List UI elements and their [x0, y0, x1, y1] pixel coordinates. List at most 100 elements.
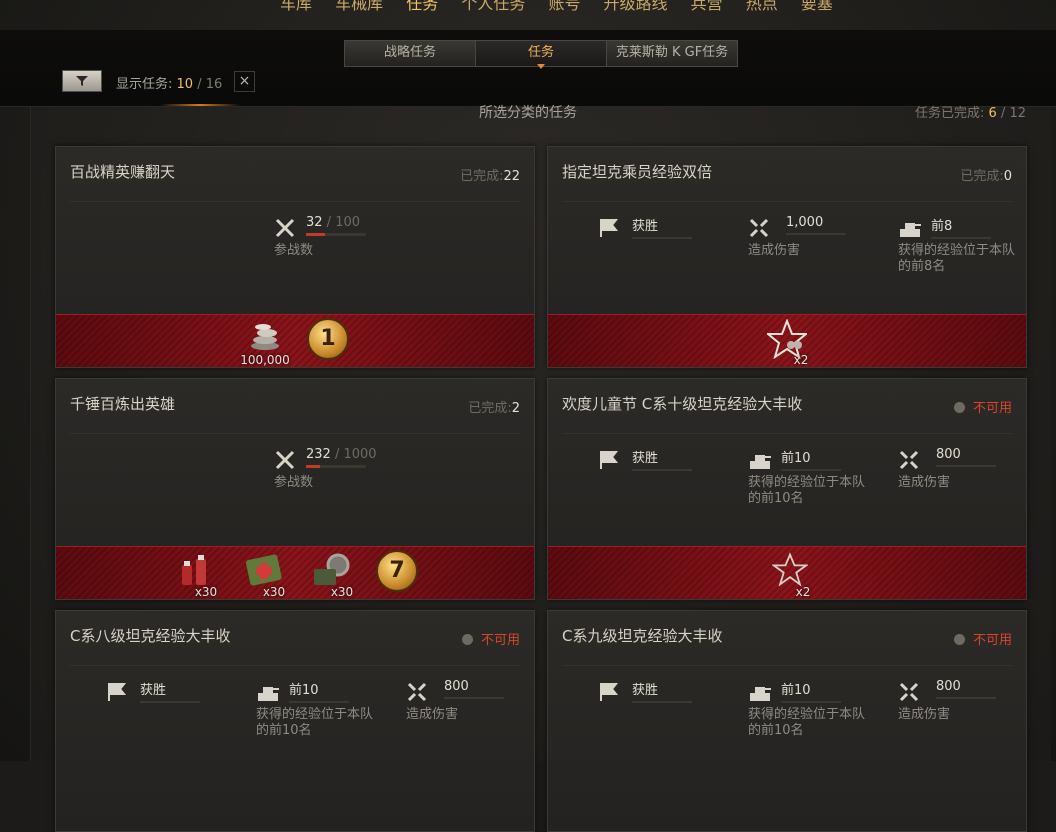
mission-title: 指定坦克乘员经验双倍 — [562, 163, 713, 181]
tank-rank-icon — [256, 681, 279, 703]
condition-value: 前10 — [781, 683, 811, 698]
condition-damage: 800 — [444, 679, 504, 699]
mission-title: 百战精英赚翻天 — [70, 163, 176, 181]
nav-barracks[interactable]: 兵营 — [691, 0, 723, 12]
condition-victory: 获胜 — [632, 679, 692, 703]
reward-xp[interactable]: x2 — [768, 551, 812, 599]
condition-underline — [936, 697, 996, 699]
medal-7-icon: 7 — [376, 550, 418, 592]
nav-hot[interactable]: 热点 — [746, 0, 778, 12]
unavailable-icon — [461, 634, 473, 645]
mission-status: 不可用 — [953, 629, 1012, 648]
status-label: 不可用 — [972, 401, 1012, 416]
mission-card[interactable]: 欢度儿童节 C系十级坦克经验大丰收 不可用 获胜 前10 获得的经验位于本队的前… — [547, 378, 1027, 600]
flag-icon — [598, 681, 620, 703]
reward-repair-kit[interactable]: x30 — [174, 551, 218, 599]
tank-rank-icon — [748, 449, 771, 471]
condition-value: 获胜 — [632, 683, 659, 698]
condition-underline — [289, 701, 349, 703]
battles-desc: 参战数 — [274, 243, 313, 259]
status-label: 已完成: — [960, 169, 1004, 184]
progress-total: 12 — [1009, 106, 1026, 121]
mission-card[interactable]: 百战精英赚翻天 已完成:22 32 / 100 参战数 100,000 1 — [55, 146, 535, 368]
filter-sep: / — [193, 77, 206, 92]
condition-underline — [781, 701, 841, 703]
reward-toolbox[interactable]: x30 — [310, 551, 354, 599]
condition-value: 前10 — [781, 451, 811, 466]
reward-amount: x2 — [795, 585, 811, 599]
nav-missions[interactable]: 任务 — [406, 0, 438, 12]
reward-amount: x30 — [194, 585, 218, 599]
nav-stronghold[interactable]: 要塞 — [801, 0, 833, 12]
nav-account[interactable]: 账号 — [548, 0, 580, 12]
condition-rank: 前8 — [931, 215, 991, 239]
condition-damage-desc: 造成伤害 — [898, 707, 950, 723]
tab-chrysler-missions[interactable]: 克莱斯勒 K GF任务 — [607, 41, 737, 66]
battles-icon — [274, 217, 296, 239]
condition-underline — [632, 469, 692, 471]
reward-band: x2 — [548, 314, 1026, 367]
flag-icon — [598, 449, 620, 471]
status-label: 已完成: — [460, 169, 504, 184]
damage-icon — [748, 217, 770, 239]
condition-rank-desc: 获得的经验位于本队的前8名 — [898, 243, 1018, 275]
condition-victory: 获胜 — [140, 679, 200, 703]
mission-card[interactable]: 指定坦克乘员经验双倍 已完成:0 获胜 1,000 造成伤害 前8 获得的经验位… — [547, 146, 1027, 368]
progress-label-text: 任务已完成: — [915, 106, 989, 121]
condition-value: 获胜 — [632, 219, 659, 234]
nav-armory[interactable]: 车械库 — [335, 0, 383, 12]
condition-desc: 造成伤害 — [898, 475, 951, 490]
nav-tech-tree[interactable]: 升级路线 — [604, 0, 668, 12]
mission-card[interactable]: C系九级坦克经验大丰收 不可用 获胜 前10 获得的经验位于本队的前10名 80… — [547, 610, 1027, 832]
mission-status: 已完成:2 — [468, 397, 520, 416]
condition-underline — [632, 237, 692, 239]
condition-underline — [781, 469, 841, 471]
reward-amount: x30 — [262, 585, 286, 599]
condition-rank-desc: 获得的经验位于本队的前10名 — [748, 707, 868, 739]
condition-rank: 前10 — [781, 679, 841, 703]
condition-desc: 参战数 — [274, 243, 314, 258]
tank-rank-icon — [748, 681, 771, 703]
filter-total: 16 — [205, 77, 223, 92]
tab-missions[interactable]: 任务 — [476, 41, 607, 69]
filter-button[interactable] — [62, 70, 102, 92]
progress-total: 100 — [335, 215, 361, 230]
progress-sep: / — [996, 106, 1010, 121]
progress-bar — [306, 233, 366, 236]
reward-amount: 100,000 — [240, 353, 290, 367]
condition-value: 800 — [936, 679, 961, 694]
condition-desc: 获得的经验位于本队的前8名 — [898, 243, 1016, 274]
condition-value: 800 — [444, 679, 469, 694]
mission-card[interactable]: 千锤百炼出英雄 已完成:2 232 / 1000 参战数 x30 x30 x30… — [55, 378, 535, 600]
progress-value: 232 — [306, 447, 331, 462]
reward-crew-xp[interactable]: x2 — [765, 318, 809, 367]
nav-garage[interactable]: 车库 — [280, 0, 312, 12]
condition-rank: 前10 — [781, 447, 841, 471]
mission-title: 千锤百炼出英雄 — [70, 395, 176, 413]
condition-victory: 获胜 — [632, 447, 692, 471]
reward-medal[interactable]: 7 — [375, 550, 419, 594]
reward-first-aid-kit[interactable]: x30 — [242, 551, 286, 599]
mission-status: 已完成:22 — [460, 165, 520, 184]
reward-medal[interactable]: 1 — [306, 318, 350, 362]
reward-credits[interactable]: 100,000 — [240, 319, 290, 367]
nav-personal-missions[interactable]: 个人任务 — [461, 0, 525, 12]
missions-header: 战略任务 任务 克莱斯勒 K GF任务 显示任务: 10 / 16 × — [0, 30, 1056, 107]
tab-strategic-missions[interactable]: 战略任务 — [345, 41, 476, 66]
status-count: 0 — [1003, 169, 1012, 184]
condition-value: 前10 — [289, 683, 319, 698]
condition-underline — [931, 237, 991, 239]
condition-value: 800 — [936, 447, 961, 462]
damage-icon — [898, 681, 920, 703]
flag-icon — [106, 681, 128, 703]
divider — [562, 665, 1012, 666]
filter-count: 显示任务: 10 / 16 — [116, 73, 222, 92]
condition-underline — [444, 697, 504, 699]
condition-rank-desc: 获得的经验位于本队的前10名 — [256, 707, 376, 739]
reward-band: x30 x30 x30 7 — [56, 546, 534, 599]
clear-filter-button[interactable]: × — [234, 71, 255, 92]
condition-rank: 前10 — [289, 679, 349, 703]
mission-card[interactable]: C系八级坦克经验大丰收 不可用 获胜 前10 获得的经验位于本队的前10名 80… — [55, 610, 535, 832]
progress-sep: / — [322, 215, 336, 230]
battles-condition: 32 / 100 — [306, 215, 366, 236]
